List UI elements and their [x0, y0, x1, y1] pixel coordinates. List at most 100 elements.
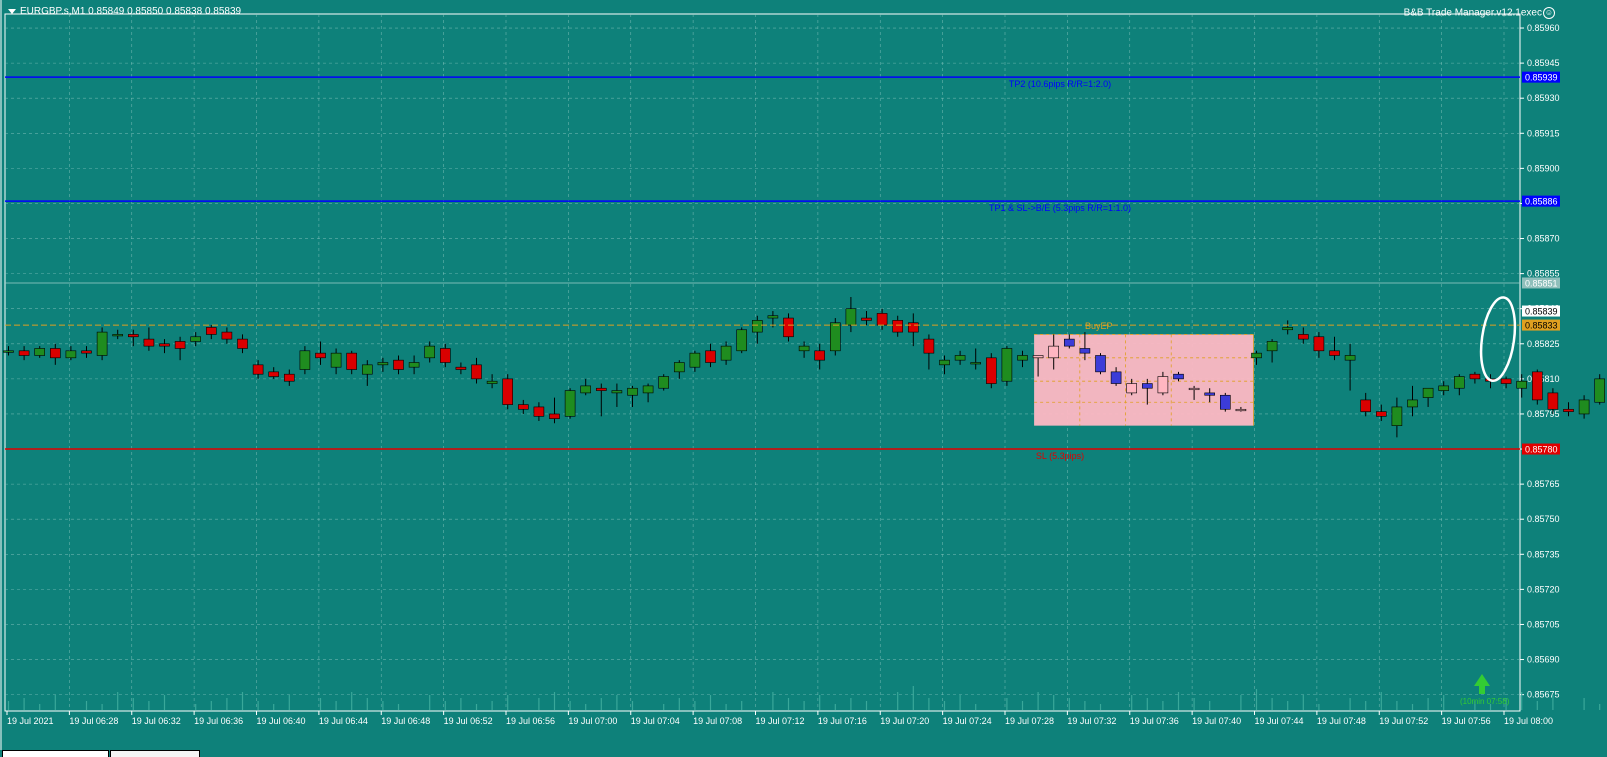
- price-label: 0.85930: [1527, 93, 1560, 103]
- candle-body: [1282, 327, 1293, 331]
- price-label: 0.85720: [1527, 584, 1560, 594]
- candle-body: [206, 327, 217, 335]
- projection-box[interactable]: [1034, 334, 1254, 426]
- candle-body: [299, 350, 311, 370]
- time-label: 19 Jul 06:56: [506, 716, 555, 726]
- candle-body: [783, 317, 794, 338]
- candle-body: [315, 352, 326, 359]
- candle-body: [720, 345, 732, 361]
- projected-candle-body: [1095, 355, 1106, 373]
- tp2-label: TP2 (10.6pips R/R=1:2.0): [1009, 79, 1111, 89]
- candle-body: [907, 322, 919, 333]
- time-label: 19 Jul 07:28: [1005, 716, 1054, 726]
- candle-body: [1344, 355, 1356, 361]
- projected-candle-body: [1188, 387, 1200, 391]
- candle-body: [533, 406, 545, 417]
- candle-body: [876, 313, 888, 326]
- price-marker-label: 0.85780: [1525, 445, 1558, 455]
- price-label: 0.85810: [1527, 374, 1560, 384]
- candle-body: [954, 355, 966, 361]
- price-label: 0.85900: [1527, 163, 1560, 173]
- candle-body: [1438, 385, 1449, 391]
- candle-body: [18, 350, 30, 356]
- candle-body: [159, 343, 170, 347]
- candle-body: [1376, 411, 1387, 417]
- price-label: 0.85675: [1527, 690, 1560, 700]
- chart-window[interactable]: 0.85960 0.85945 0.85930 0.85915 0.85900 0.858…: [0, 0, 1607, 757]
- candle-body: [361, 364, 373, 375]
- candle-body: [658, 376, 670, 389]
- projected-candle-body: [1110, 371, 1122, 384]
- projected-candle-body: [1126, 383, 1137, 394]
- signal-label: (10min 07:58): [1460, 697, 1510, 706]
- sl-label: SL (5.3pips): [1036, 451, 1084, 461]
- candle-body: [1391, 406, 1403, 426]
- candle-body: [237, 338, 248, 349]
- candle-body: [1563, 408, 1574, 412]
- price-label: 0.85705: [1527, 619, 1560, 629]
- candle-body: [1407, 399, 1418, 408]
- candle-body: [673, 362, 685, 373]
- candle-body: [845, 308, 857, 326]
- candle-body: [1547, 392, 1559, 410]
- price-chart[interactable]: 0.85960 0.85945 0.85930 0.85915 0.85900 0.858…: [0, 0, 1607, 756]
- projected-candle-body: [1235, 408, 1247, 412]
- candle-body: [1266, 341, 1278, 352]
- price-label: 0.85750: [1527, 514, 1560, 524]
- candle-body: [1532, 371, 1543, 401]
- time-label: 19 Jul 06:32: [132, 716, 181, 726]
- candle-body: [81, 350, 92, 354]
- price-label: 0.85690: [1527, 655, 1560, 665]
- symbol-header[interactable]: EURGBP.s,M1 0.85849 0.85850 0.85838 0.85…: [8, 6, 241, 17]
- price-label: 0.85765: [1527, 479, 1560, 489]
- candle-body: [112, 334, 123, 337]
- candle-body: [1313, 336, 1325, 352]
- projected-candle-body: [1173, 373, 1184, 380]
- time-label: 19 Jul 08:00: [1504, 716, 1553, 726]
- candle-body: [1298, 334, 1309, 340]
- time-label: 19 Jul 07:56: [1442, 716, 1491, 726]
- symbol-info: EURGBP.s,M1 0.85849 0.85850 0.85838 0.85…: [20, 6, 242, 17]
- candle-body: [1516, 380, 1527, 389]
- projected-candle-body: [1032, 355, 1044, 359]
- time-label: 19 Jul 06:44: [319, 716, 368, 726]
- candle-body: [65, 350, 77, 359]
- candle-body: [471, 364, 482, 380]
- candle-body: [736, 329, 748, 352]
- time-label: 19 Jul 2021: [7, 716, 54, 726]
- buy-arrow-icon[interactable]: [1474, 674, 1490, 694]
- time-label: 19 Jul 07:12: [756, 716, 805, 726]
- price-marker-label: 0.85839: [1525, 307, 1558, 317]
- candle-body: [985, 357, 997, 384]
- candle-body: [486, 380, 498, 384]
- time-label: 19 Jul 07:52: [1379, 716, 1428, 726]
- bottom-tab-strip: [0, 750, 1607, 757]
- time-label: 19 Jul 07:00: [568, 716, 617, 726]
- candle-body: [642, 385, 654, 394]
- expert-advisor-label[interactable]: B&B Trade Manager.v12.1exec ☺: [1404, 7, 1555, 19]
- candle-body: [564, 390, 576, 417]
- candle-body: [970, 362, 982, 365]
- candle-body: [455, 366, 467, 370]
- price-marker-label: 0.85851: [1525, 278, 1558, 288]
- candle-body: [861, 317, 872, 321]
- time-label: 19 Jul 06:40: [257, 716, 306, 726]
- candle-body: [549, 413, 560, 419]
- time-label: 19 Jul 06:28: [69, 716, 118, 726]
- candle-body: [1594, 378, 1605, 403]
- candle-body: [517, 404, 529, 410]
- candle-body: [408, 362, 420, 368]
- candle-body: [424, 345, 436, 359]
- candle-body: [798, 345, 810, 352]
- candle-body: [1422, 387, 1434, 398]
- time-label: 19 Jul 07:04: [631, 716, 680, 726]
- candle-body: [923, 338, 935, 354]
- dropdown-triangle-icon[interactable]: [8, 8, 16, 14]
- candle-body: [705, 350, 716, 363]
- price-marker-label: 0.85886: [1525, 197, 1558, 207]
- candle-body: [627, 387, 638, 396]
- projected-candle-body: [1048, 345, 1059, 359]
- candle-body: [1578, 399, 1590, 415]
- time-label: 19 Jul 07:08: [693, 716, 742, 726]
- candle-body: [767, 315, 779, 319]
